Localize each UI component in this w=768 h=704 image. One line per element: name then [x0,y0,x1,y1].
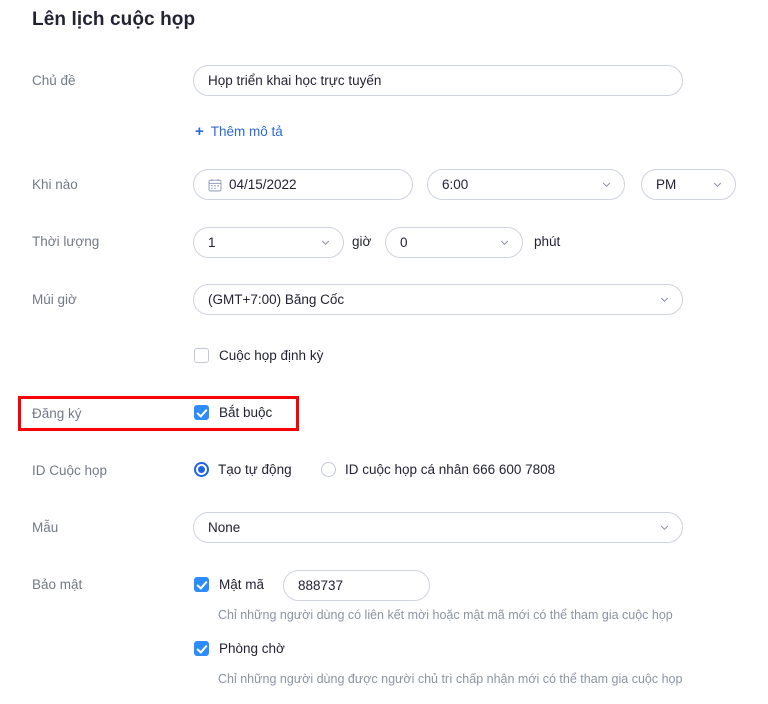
passcode-help-text: Chỉ những người dùng có liên kết mời hoặ… [218,608,673,622]
template-select-value: None [208,520,241,535]
duration-minutes-unit: phút [534,234,561,249]
duration-label: Thời lượng [32,234,100,249]
chevron-down-icon [499,237,510,248]
meeting-id-auto-label: Tạo tự động [218,462,292,477]
topic-input-value: Họp triển khai học trực tuyến [208,72,382,88]
meridiem-select[interactable]: PM [641,169,736,200]
calendar-icon [208,178,222,192]
topic-input[interactable]: Họp triển khai học trực tuyến [193,65,683,96]
duration-minutes-value: 0 [400,235,408,250]
chevron-down-icon [659,294,670,305]
timezone-select-value: (GMT+7:00) Băng Cốc [208,292,345,307]
chevron-down-icon [320,237,331,248]
passcode-checkbox-row[interactable]: Mật mã [194,577,264,592]
registration-label: Đăng ký [32,406,82,421]
duration-minutes-select[interactable]: 0 [385,227,523,258]
template-label: Mẫu [32,520,59,535]
registration-required-label: Bắt buộc [219,405,273,420]
chevron-down-icon [601,179,612,190]
time-select-value: 6:00 [442,177,469,192]
plus-icon: + [195,123,204,140]
security-label: Bảo mật [32,577,83,592]
passcode-input[interactable]: 888737 [283,570,430,601]
chevron-down-icon [712,179,723,190]
duration-hours-select[interactable]: 1 [193,227,344,258]
duration-hours-unit: giờ [352,234,372,249]
topic-label: Chủ đề [32,73,76,88]
passcode-label: Mật mã [219,577,265,592]
waiting-room-checkbox[interactable] [194,641,209,656]
recurring-meeting-label: Cuộc họp định kỳ [219,348,324,363]
meeting-id-auto-radio-row[interactable]: Tạo tự động [194,462,292,477]
timezone-select[interactable]: (GMT+7:00) Băng Cốc [193,284,683,315]
date-input-value: 04/15/2022 [229,176,297,192]
meeting-id-personal-label: ID cuộc họp cá nhân 666 600 7808 [345,462,556,477]
add-description-label: Thêm mô tả [210,124,283,139]
waiting-room-label: Phòng chờ [219,641,285,656]
chevron-down-icon [659,522,670,533]
recurring-meeting-checkbox-row[interactable]: Cuộc họp định kỳ [194,348,323,363]
meeting-id-personal-radio-row[interactable]: ID cuộc họp cá nhân 666 600 7808 [321,462,555,477]
passcode-checkbox[interactable] [194,577,209,592]
duration-hours-value: 1 [208,235,216,250]
template-select[interactable]: None [193,512,683,543]
when-label: Khi nào [32,177,78,192]
time-select[interactable]: 6:00 [427,169,625,200]
passcode-input-value: 888737 [298,577,344,593]
waiting-room-help-text: Chỉ những người dùng được người chủ trì … [218,672,683,686]
meridiem-select-value: PM [656,177,677,192]
registration-required-checkbox[interactable] [194,405,209,420]
timezone-label: Múi giờ [32,292,77,307]
add-description-link[interactable]: + Thêm mô tả [195,124,283,139]
schedule-meeting-page: Lên lịch cuộc họp Chủ đề Họp triển khai … [0,0,768,704]
meeting-id-auto-radio[interactable] [194,462,209,477]
meeting-id-label: ID Cuộc họp [32,463,108,478]
page-title: Lên lịch cuộc họp [32,9,196,30]
meeting-id-personal-radio[interactable] [321,462,336,477]
recurring-meeting-checkbox[interactable] [194,348,209,363]
registration-required-checkbox-row[interactable]: Bắt buộc [194,405,272,420]
date-input[interactable]: 04/15/2022 [193,169,413,200]
waiting-room-checkbox-row[interactable]: Phòng chờ [194,641,285,656]
